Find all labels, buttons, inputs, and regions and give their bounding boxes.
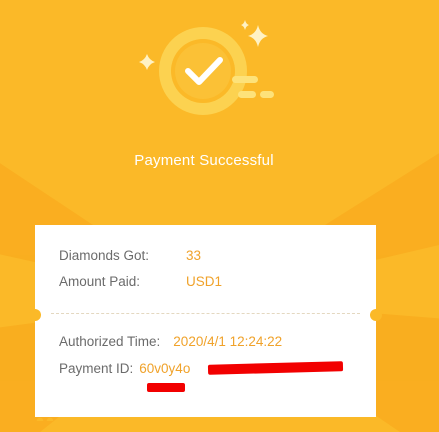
receipt-card: Diamonds Got: 33 Amount Paid: USD1 Autho… — [29, 225, 382, 421]
diamonds-row: Diamonds Got: 33 — [59, 248, 201, 263]
diamonds-label: Diamonds Got: — [59, 248, 150, 263]
redaction-mark — [147, 383, 185, 392]
diamonds-value: 33 — [186, 248, 202, 263]
redaction-mark — [207, 361, 344, 375]
authorized-time-value: 2020/4/1 12:24:22 — [173, 334, 283, 349]
amount-label: Amount Paid: — [59, 274, 141, 289]
card-notch — [29, 309, 41, 321]
authorized-time-label: Authorized Time: — [59, 334, 161, 349]
sparkle-icon — [139, 54, 155, 70]
success-illustration — [139, 20, 274, 115]
payment-id-value: 60v0y4o — [139, 361, 191, 376]
dashed-divider — [51, 313, 360, 314]
amount-row: Amount Paid: USD1 — [59, 274, 222, 289]
payment-id-label: Payment ID: — [59, 361, 134, 376]
sparkle-icon — [241, 20, 249, 30]
amount-value: USD1 — [186, 274, 223, 289]
card-scallop-edge — [35, 413, 376, 421]
authorized-time-row: Authorized Time: 2020/4/1 12:24:22 — [59, 334, 282, 349]
payment-id-row: Payment ID: 60v0y4o — [59, 361, 190, 376]
page-title: Payment Successful — [134, 152, 274, 169]
sparkle-icon — [248, 25, 268, 47]
card-notch — [370, 309, 382, 321]
